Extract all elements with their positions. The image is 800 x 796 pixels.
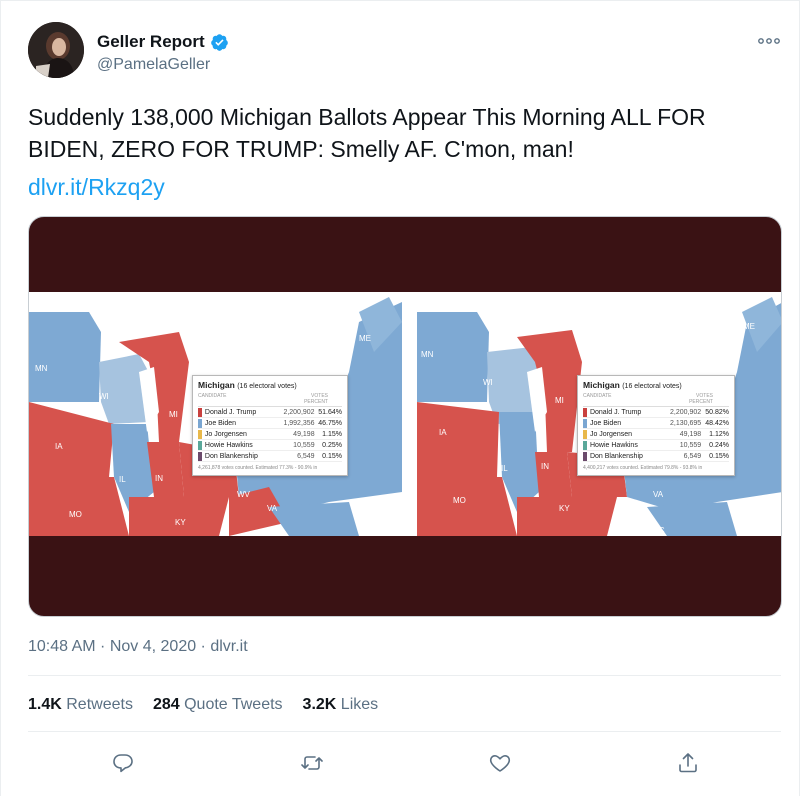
state-label: VA	[653, 490, 664, 499]
author-handle[interactable]: @PamelaGeller	[97, 56, 210, 74]
tweet-source[interactable]: dlvr.it	[210, 638, 247, 655]
candidate-row: Don Blankenship 6,549 0.15%	[198, 451, 342, 462]
state-label: MI	[555, 396, 564, 405]
popup-header-votes: VOTES PERCENT	[689, 393, 713, 405]
state-label: MO	[453, 496, 466, 505]
tweet-date[interactable]: Nov 4, 2020	[110, 638, 196, 655]
tweet-timestamp: 10:48 AM · Nov 4, 2020 · dlvr.it	[28, 638, 248, 656]
divider	[28, 675, 781, 676]
tweet-time[interactable]: 10:48 AM	[28, 638, 96, 655]
candidate-row: Jo Jorgensen 49,198 1.15%	[198, 429, 342, 440]
retweets-stat[interactable]: 1.4K Retweets	[28, 696, 133, 714]
candidate-row: Joe Biden 2,130,695 48.42%	[583, 418, 729, 429]
meta-separator: ·	[95, 638, 110, 655]
likes-stat[interactable]: 3.2K Likes	[303, 696, 379, 714]
state-label: ME	[359, 334, 371, 343]
state-label: IL	[501, 464, 508, 473]
state-label: MN	[421, 350, 434, 359]
candidate-row: Don Blankenship 6,549 0.15%	[583, 451, 729, 462]
divider	[28, 731, 781, 732]
candidate-row: Howie Hawkins 10,559 0.24%	[583, 440, 729, 451]
election-map-right: MN WI MI IA IL IN MO KY VA ME NC Michiga…	[417, 292, 781, 536]
popup-header-votes: VOTES PERCENT	[304, 393, 328, 405]
tweet-text: Suddenly 138,000 Michigan Ballots Appear…	[28, 104, 706, 162]
like-icon[interactable]	[488, 751, 512, 775]
state-label: ME	[743, 322, 755, 331]
tweet-card: Geller Report @PamelaGeller Suddenly 138…	[0, 0, 800, 796]
share-icon[interactable]	[676, 751, 700, 775]
tweet-link[interactable]: dlvr.it/Rkzq2y	[28, 171, 165, 203]
state-label: MO	[69, 510, 82, 519]
results-popup: Michigan (16 electoral votes) CANDIDATE …	[577, 375, 735, 476]
popup-subtitle: (16 electoral votes)	[237, 383, 297, 390]
avatar[interactable]	[28, 22, 84, 78]
candidate-row: Donald J. Trump 2,200,902 51.64%	[198, 407, 342, 418]
author-name-row: Geller Report	[97, 32, 229, 52]
state-label: WI	[483, 378, 493, 387]
popup-footer: 4,261,878 votes counted. Estimated 77.3%…	[198, 465, 318, 471]
state-label: IL	[119, 475, 126, 484]
state-label: WV	[237, 490, 250, 499]
tweet-media-image[interactable]: MN WI MI IA IL IN MO KY WV VA ME Michiga…	[28, 216, 782, 617]
state-label: WI	[99, 392, 109, 401]
popup-footer: 4,400,217 votes counted. Estimated 79.8%…	[583, 465, 703, 471]
more-icon[interactable]	[757, 33, 781, 49]
state-label: KY	[559, 504, 570, 513]
retweet-icon[interactable]	[300, 751, 324, 775]
reply-icon[interactable]	[111, 751, 135, 775]
state-label: VA	[267, 504, 278, 513]
candidate-row: Jo Jorgensen 49,198 1.12%	[583, 429, 729, 440]
state-label: IN	[155, 474, 163, 483]
meta-separator: ·	[196, 638, 211, 655]
quote-tweets-stat[interactable]: 284 Quote Tweets	[153, 696, 283, 714]
state-label: IN	[541, 462, 549, 471]
candidate-row: Howie Hawkins 10,559 0.25%	[198, 440, 342, 451]
state-label: KY	[175, 518, 186, 527]
popup-subtitle: (16 electoral votes)	[622, 383, 682, 390]
state-label: NC	[653, 526, 665, 535]
state-label: IA	[439, 428, 447, 437]
results-popup: Michigan (16 electoral votes) CANDIDATE …	[192, 375, 348, 476]
election-map-left: MN WI MI IA IL IN MO KY WV VA ME Michiga…	[29, 292, 402, 536]
verified-badge-icon	[210, 33, 228, 51]
state-label: MN	[35, 364, 48, 373]
popup-header-candidate: CANDIDATE	[198, 393, 227, 399]
media-content: MN WI MI IA IL IN MO KY WV VA ME Michiga…	[29, 292, 781, 536]
popup-title: Michigan	[583, 380, 620, 390]
state-label: IA	[55, 442, 63, 451]
popup-title: Michigan	[198, 380, 235, 390]
state-label: MI	[169, 410, 178, 419]
popup-header-candidate: CANDIDATE	[583, 393, 612, 399]
candidate-row: Donald J. Trump 2,200,902 50.82%	[583, 407, 729, 418]
candidate-row: Joe Biden 1,992,356 46.75%	[198, 418, 342, 429]
engagement-stats: 1.4K Retweets 284 Quote Tweets 3.2K Like…	[28, 696, 398, 714]
author-name[interactable]: Geller Report	[97, 32, 205, 52]
